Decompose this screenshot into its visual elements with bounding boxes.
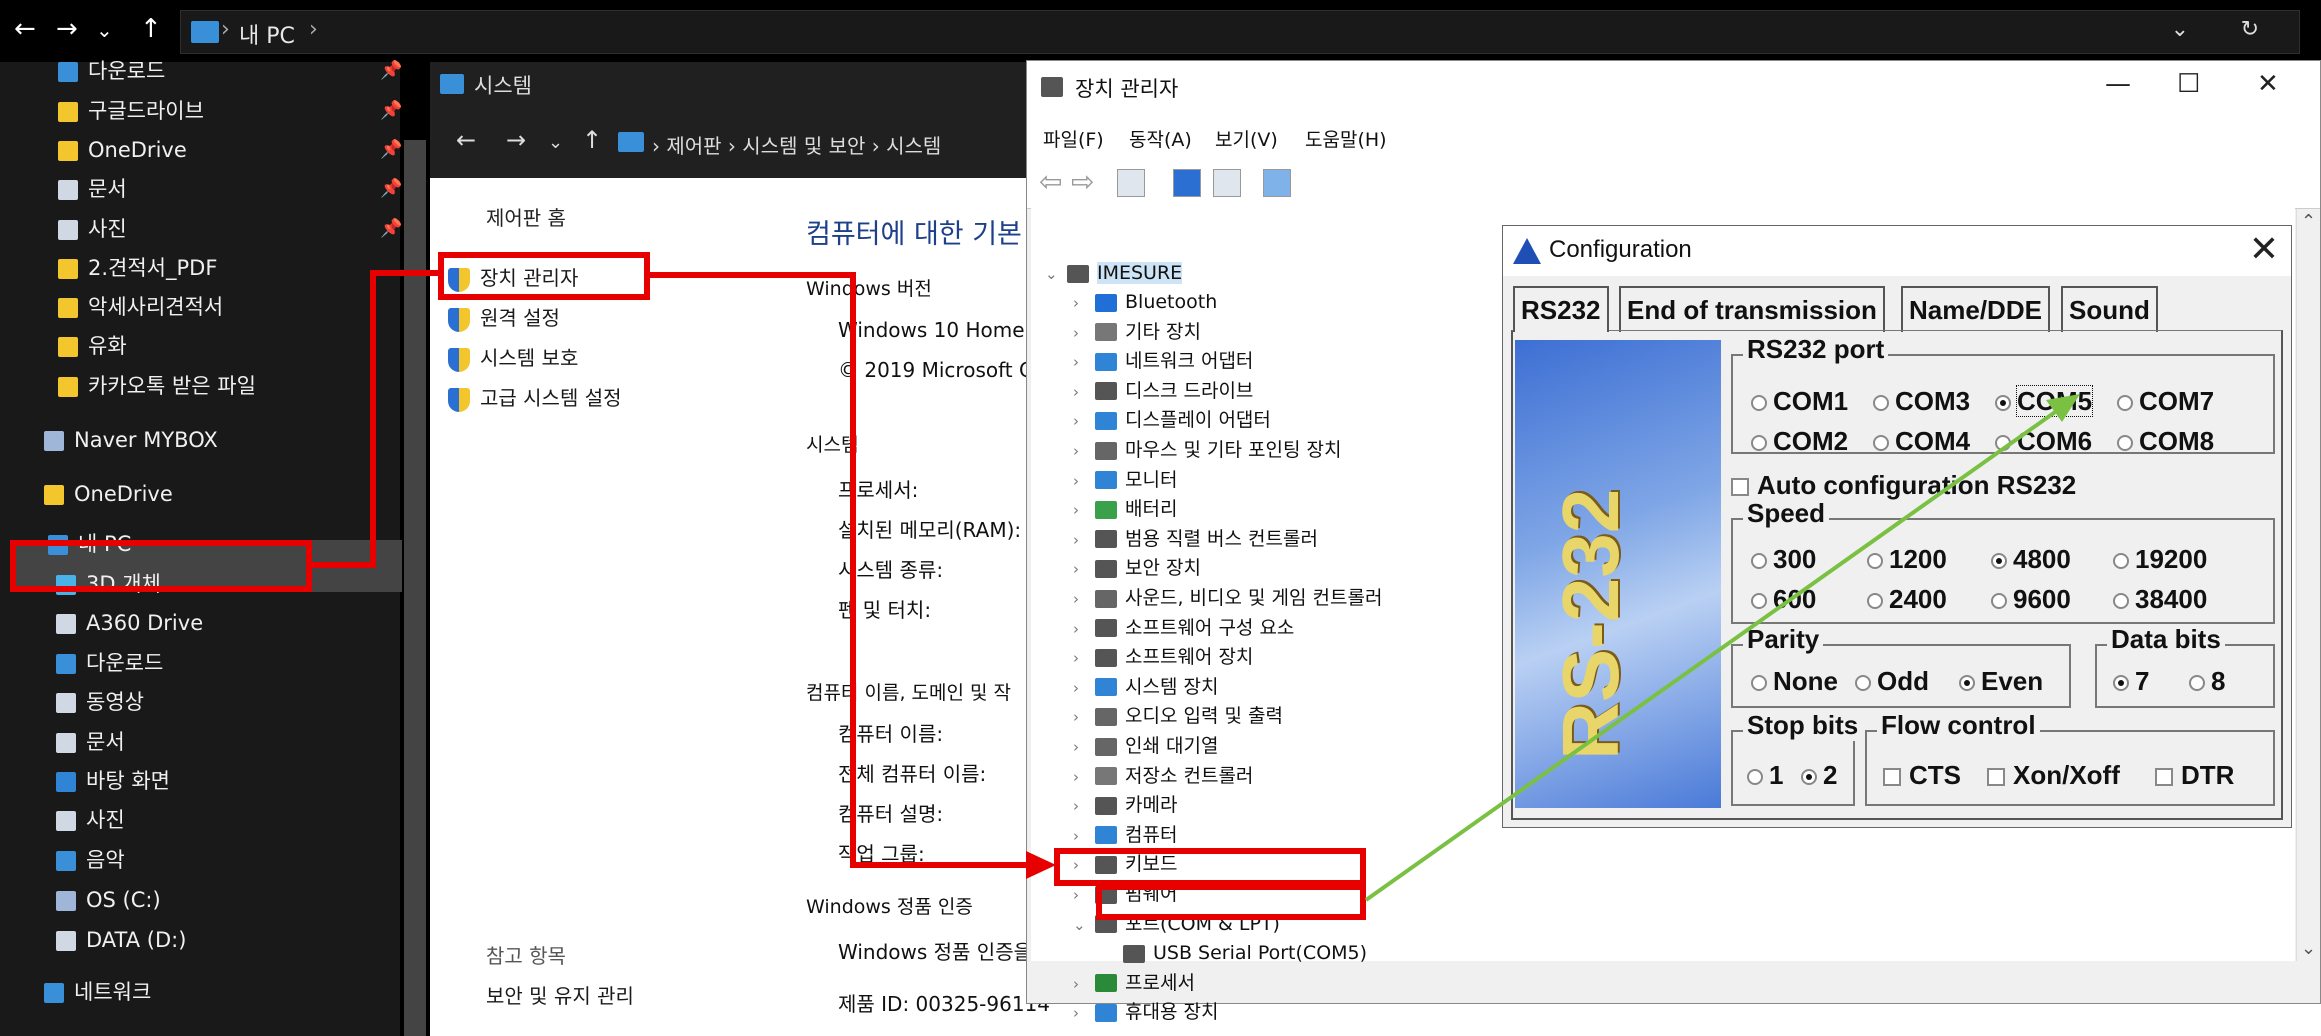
arrow-overlay [1026,394,2080,902]
green-arrowhead [2046,394,2080,422]
tab-rs232[interactable]: RS232 [1513,286,1609,332]
red-arrowhead [1026,851,1056,879]
green-arrow-line [1364,408,2060,902]
